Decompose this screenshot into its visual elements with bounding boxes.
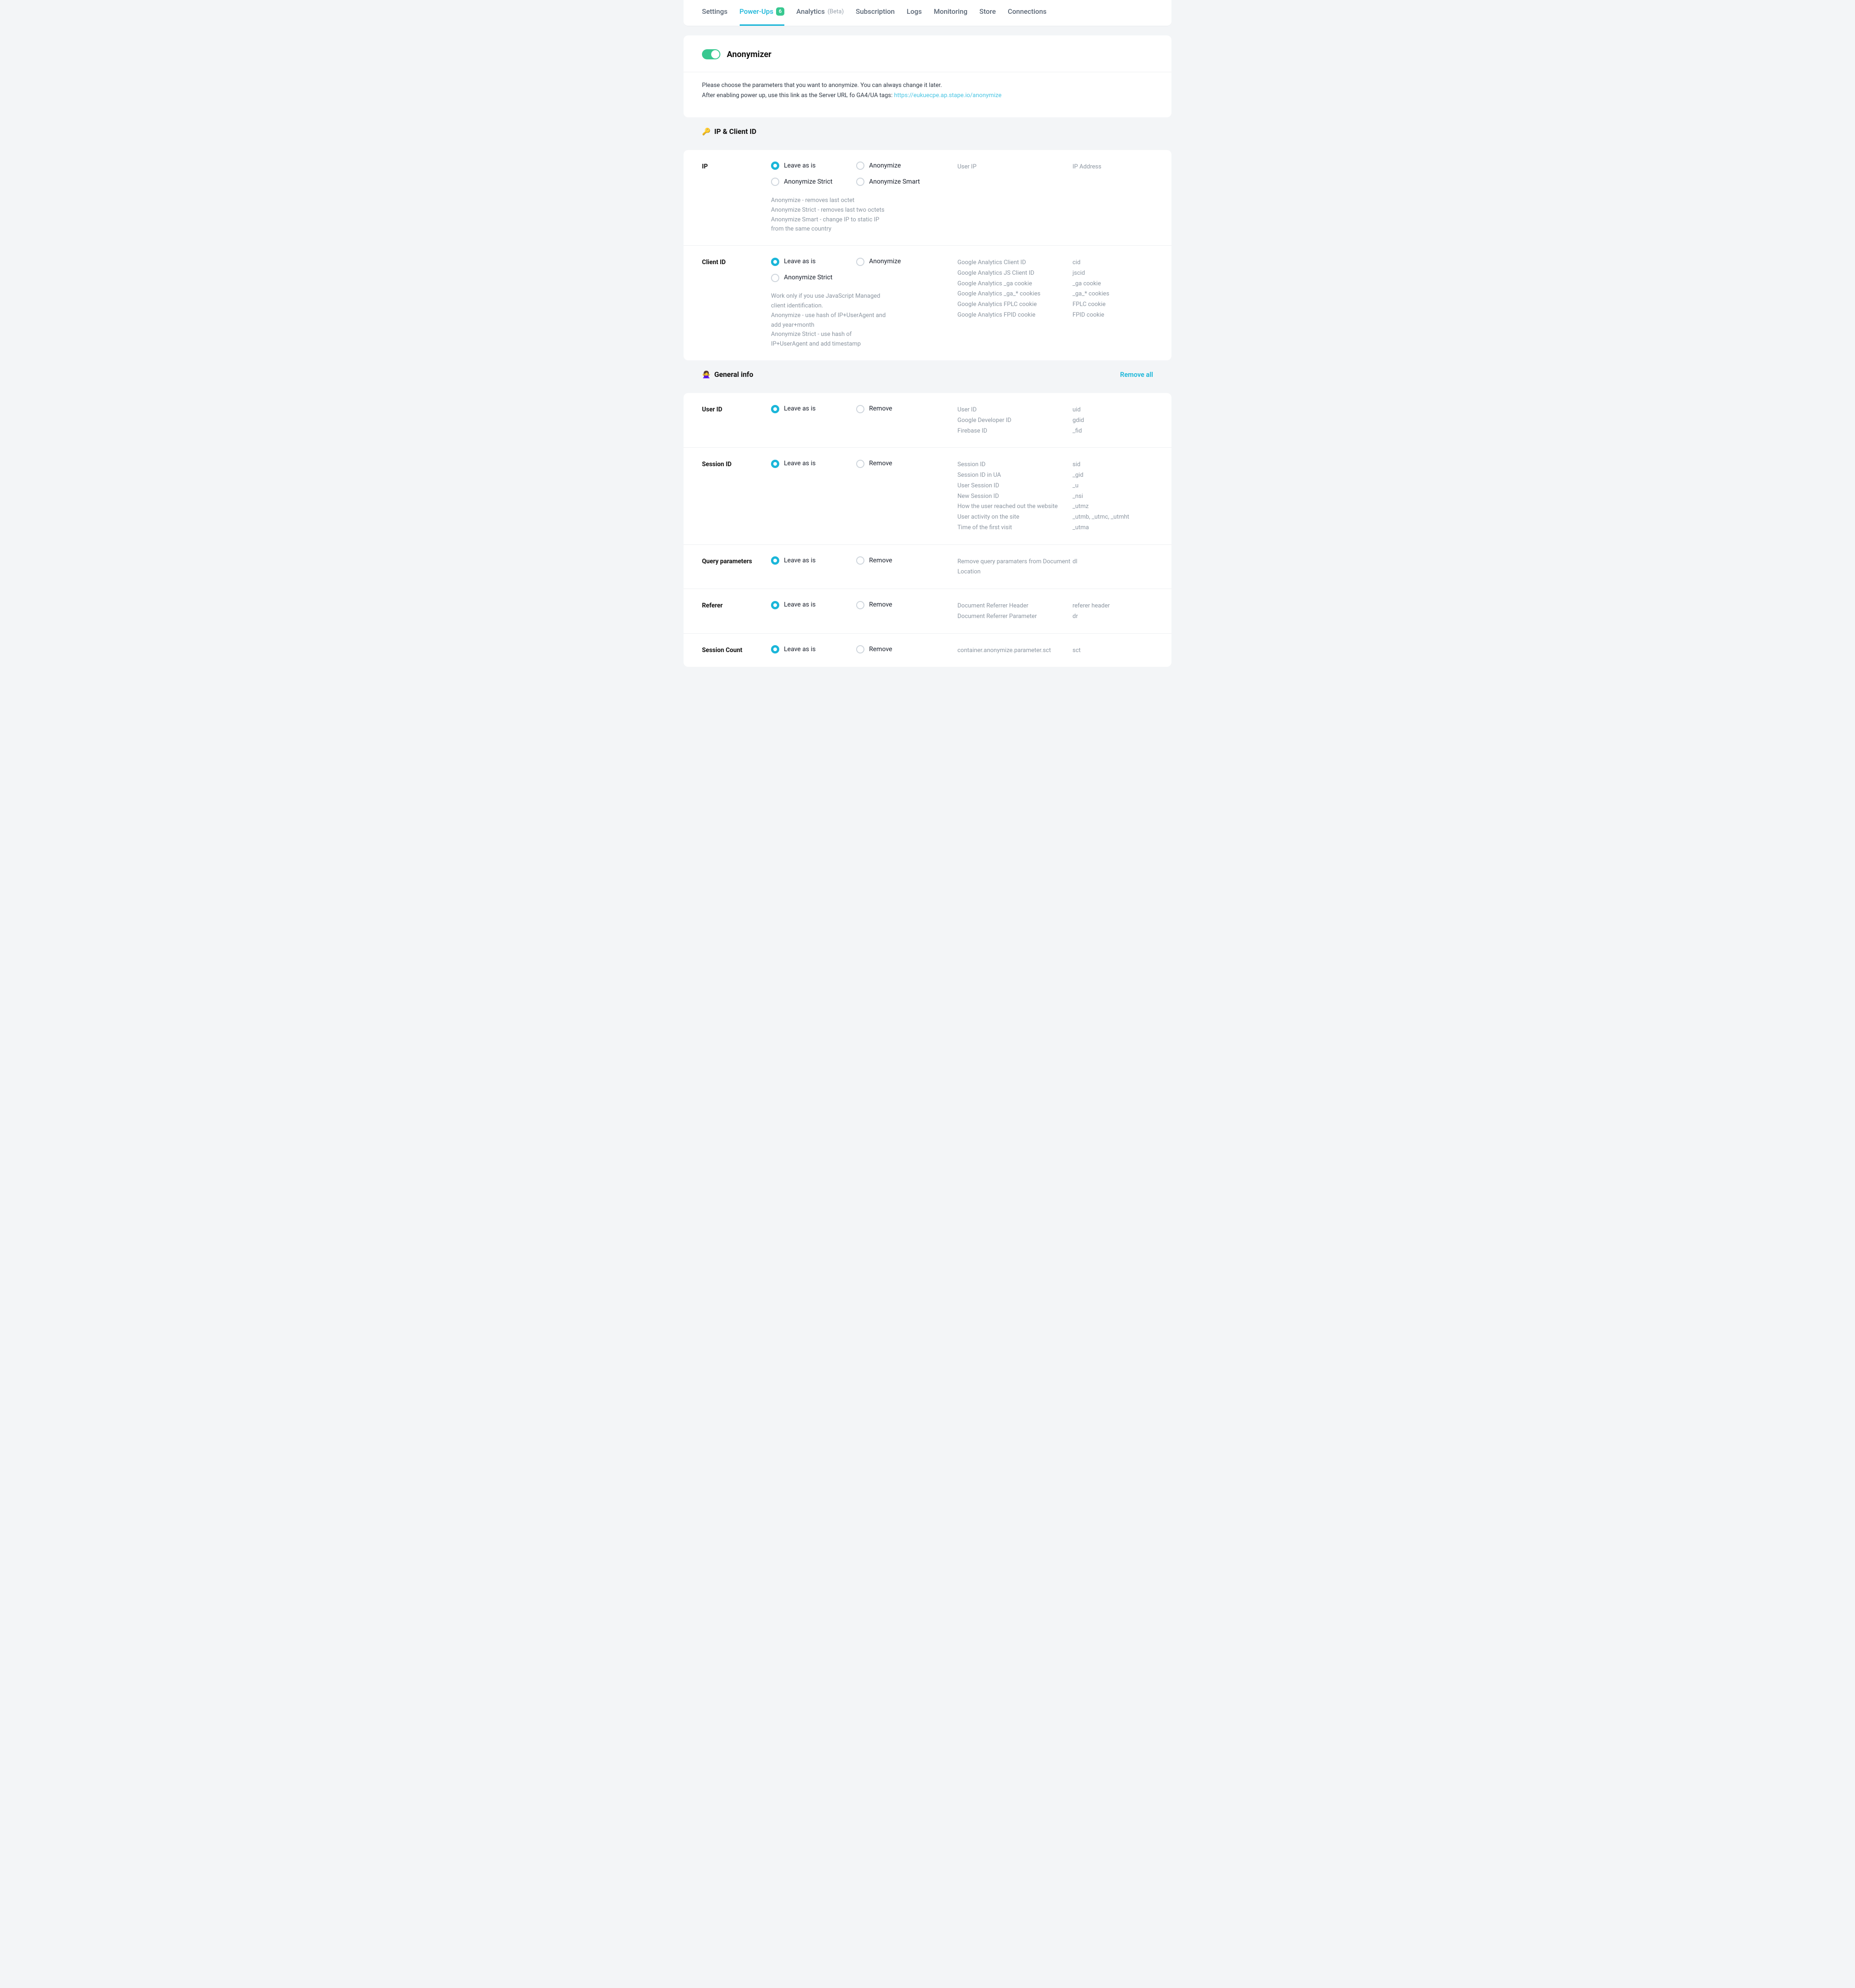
clientid-opt-anonymize[interactable]: Anonymize xyxy=(856,257,957,266)
radio-icon xyxy=(771,460,779,468)
radio-icon xyxy=(856,601,864,609)
ip-opt-leave[interactable]: Leave as is xyxy=(771,161,856,171)
clientid-help: Work only if you use JavaScript Managed … xyxy=(771,292,886,349)
ip-opt-anonymize[interactable]: Anonymize xyxy=(856,161,957,171)
clientid-info: Google Analytics Client IDGoogle Analyti… xyxy=(957,257,1072,321)
userid-opt-remove[interactable]: Remove xyxy=(856,404,957,414)
clientid-opt-leave[interactable]: Leave as is xyxy=(771,257,856,266)
tab-settings[interactable]: Settings xyxy=(702,0,728,26)
tab-subscription[interactable]: Subscription xyxy=(856,0,895,26)
radio-icon xyxy=(856,460,864,468)
radio-icon xyxy=(771,162,779,170)
anonymizer-info: Please choose the parameters that you wa… xyxy=(684,72,1171,117)
anonymizer-toggle[interactable] xyxy=(702,49,720,59)
sessioncount-opt-leave[interactable]: Leave as is xyxy=(771,645,856,654)
radio-icon xyxy=(771,274,779,282)
row-session-count: Session Count Leave as is Remove contain… xyxy=(684,633,1171,667)
ip-opt-anon-smart[interactable]: Anonymize Smart xyxy=(856,177,957,187)
server-url-link[interactable]: https://eukuecpe.ap.stape.io/anonymize xyxy=(894,92,1001,99)
tabs-bar: Settings Power-Ups 6 Analytics(Beta) Sub… xyxy=(684,0,1171,26)
sessionid-opt-remove[interactable]: Remove xyxy=(856,459,957,468)
powerups-badge: 6 xyxy=(776,7,784,16)
section-general-head: 🙅‍♀️ General info Remove all xyxy=(684,360,1171,387)
sessioncount-opt-remove[interactable]: Remove xyxy=(856,645,957,654)
ip-help: Anonymize - removes last octet Anonymize… xyxy=(771,196,886,234)
anonymizer-card: Anonymizer Please choose the parameters … xyxy=(684,35,1171,117)
radio-icon xyxy=(856,258,864,266)
radio-icon xyxy=(856,645,864,653)
radio-icon xyxy=(771,258,779,266)
ip-info: User IP xyxy=(957,161,1072,173)
radio-icon xyxy=(856,556,864,565)
tab-powerups[interactable]: Power-Ups 6 xyxy=(740,0,785,26)
tab-monitoring[interactable]: Monitoring xyxy=(934,0,968,26)
row-client-id-label: Client ID xyxy=(702,257,771,267)
section-general: User ID Leave as is Remove User IDGoogle… xyxy=(684,393,1171,667)
remove-all-button[interactable]: Remove all xyxy=(1120,370,1153,380)
row-client-id: Client ID Leave as is Anonymize Anon xyxy=(684,245,1171,360)
query-opt-remove[interactable]: Remove xyxy=(856,556,957,566)
radio-icon xyxy=(771,178,779,186)
radio-icon xyxy=(771,556,779,565)
tab-analytics[interactable]: Analytics(Beta) xyxy=(796,0,844,26)
row-ip: IP Leave as is Anonymize Anonymize S xyxy=(684,150,1171,245)
row-user-id: User ID Leave as is Remove User IDGoogle… xyxy=(684,393,1171,447)
key-icon: 🔑 xyxy=(702,127,711,137)
anonymizer-title: Anonymizer xyxy=(727,48,771,61)
tab-connections[interactable]: Connections xyxy=(1008,0,1046,26)
radio-icon xyxy=(856,405,864,413)
radio-icon xyxy=(771,645,779,653)
referer-opt-remove[interactable]: Remove xyxy=(856,600,957,610)
clientid-opt-anon-strict[interactable]: Anonymize Strict xyxy=(771,273,856,283)
sessionid-opt-leave[interactable]: Leave as is xyxy=(771,459,856,468)
tab-store[interactable]: Store xyxy=(980,0,996,26)
query-opt-leave[interactable]: Leave as is xyxy=(771,556,856,566)
ip-code: IP Address xyxy=(1072,161,1153,173)
section-ip-client-head: 🔑 IP & Client ID xyxy=(684,117,1171,144)
tab-logs[interactable]: Logs xyxy=(907,0,922,26)
row-query-params: Query parameters Leave as is Remove Remo… xyxy=(684,544,1171,589)
row-ip-label: IP xyxy=(702,161,771,171)
referer-opt-leave[interactable]: Leave as is xyxy=(771,600,856,610)
radio-icon xyxy=(856,178,864,186)
radio-icon xyxy=(856,162,864,170)
userid-opt-leave[interactable]: Leave as is xyxy=(771,404,856,414)
radio-icon xyxy=(771,405,779,413)
ip-opt-anon-strict[interactable]: Anonymize Strict xyxy=(771,177,856,187)
radio-icon xyxy=(771,601,779,609)
clientid-code: cidjscid_ga cookie_ga_* cookiesFPLC cook… xyxy=(1072,257,1153,321)
row-session-id: Session ID Leave as is Remove Session ID… xyxy=(684,447,1171,544)
section-ip-client: IP Leave as is Anonymize Anonymize S xyxy=(684,150,1171,360)
row-referer: Referer Leave as is Remove Document Refe… xyxy=(684,589,1171,633)
person-no-icon: 🙅‍♀️ xyxy=(702,370,711,380)
